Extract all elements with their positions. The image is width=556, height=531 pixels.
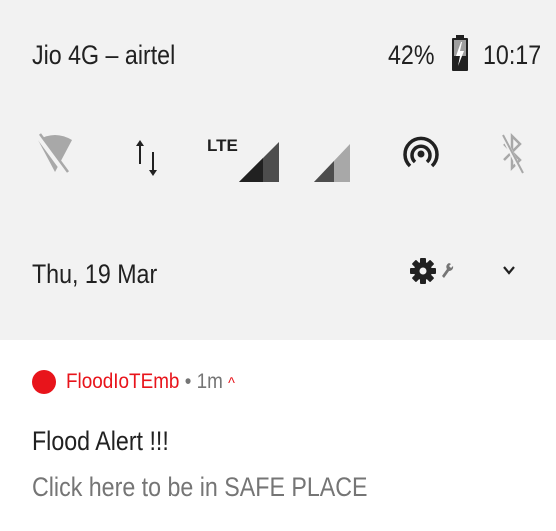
chevron-down-icon[interactable] <box>502 264 516 276</box>
wifi-tile[interactable] <box>30 118 90 188</box>
header-separator: • <box>179 370 197 393</box>
settings-gear-icon[interactable] <box>410 258 436 284</box>
battery-charging-icon <box>452 35 468 71</box>
quick-settings-row: LTE <box>0 118 556 188</box>
carrier-label: Jio 4G – airtel <box>32 40 176 70</box>
clock: 10:17 <box>483 40 542 70</box>
notification-age: 1m <box>196 370 223 393</box>
hotspot-icon <box>403 136 439 168</box>
date-label: Thu, 19 Mar <box>32 259 158 289</box>
app-icon <box>32 370 56 394</box>
bluetooth-tile[interactable] <box>492 118 532 188</box>
app-name: FloodIoTEmb <box>66 370 180 393</box>
lte-signal-icon <box>239 142 279 182</box>
mobile-data-tile[interactable] <box>130 118 190 188</box>
wrench-icon <box>442 263 454 278</box>
signal-tile[interactable] <box>308 118 358 188</box>
notification-card[interactable]: FloodIoTEmb • 1m ^ Flood Alert !!! Click… <box>0 340 556 531</box>
expand-caret-icon[interactable]: ^ <box>228 375 235 392</box>
notification-shade: Jio 4G – airtel 42% 10:17 LTE Thu, 19 Ma… <box>0 0 556 340</box>
wifi-off-icon <box>35 133 72 176</box>
status-bar: Jio 4G – airtel 42% 10:17 <box>0 0 556 108</box>
mobile-data-icon <box>136 140 157 176</box>
notification-title: Flood Alert !!! <box>32 426 169 456</box>
notification-header: FloodIoTEmb • 1m ^ <box>66 370 235 394</box>
lte-tile[interactable]: LTE <box>205 118 285 188</box>
notification-text: Click here to be in SAFE PLACE <box>32 472 368 502</box>
signal-icon <box>314 144 350 182</box>
battery-percent: 42% <box>388 40 435 70</box>
hotspot-tile[interactable] <box>396 118 456 188</box>
bluetooth-off-icon <box>500 132 524 175</box>
